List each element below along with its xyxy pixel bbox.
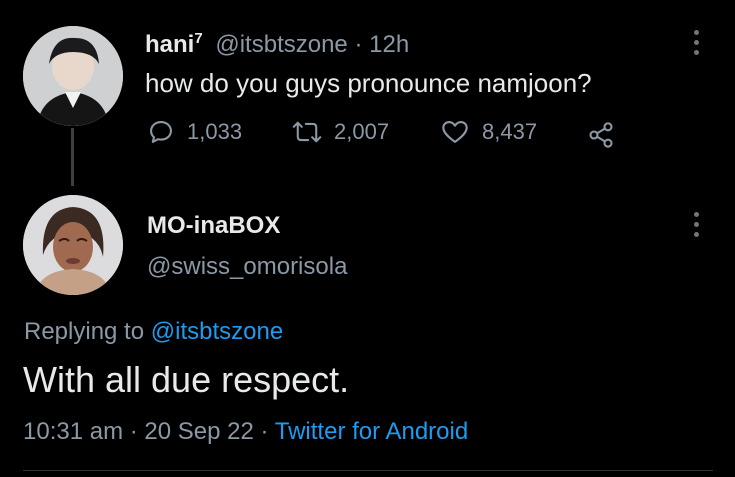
tweet-handle[interactable]: @itsbtszone xyxy=(215,31,347,58)
divider xyxy=(23,470,713,471)
like-count: 8,437 xyxy=(482,119,538,144)
separator: · xyxy=(260,418,269,445)
share-nodes-icon xyxy=(589,122,613,148)
reply-source[interactable]: Twitter for Android xyxy=(275,418,468,445)
tweet-header: hani7 @itsbtszone · 12h xyxy=(145,30,409,59)
retweet-action[interactable]: 2,007 xyxy=(292,118,389,146)
tweet-text: how do you guys pronounce namjoon? xyxy=(145,68,592,98)
more-horizontal-icon[interactable] xyxy=(694,212,700,242)
share-action[interactable] xyxy=(586,121,616,154)
tweet-display-name[interactable]: hani7 xyxy=(145,30,203,58)
separator: · xyxy=(129,418,138,445)
avatar-swiss-omorisola[interactable] xyxy=(23,195,123,295)
reply-bubble-icon xyxy=(150,121,172,143)
avatar-image xyxy=(23,26,123,126)
reply-display-name[interactable]: MO-inaBOX xyxy=(147,212,280,240)
reply-action[interactable]: 1,033 xyxy=(147,118,242,146)
avatar-itsbtszone[interactable] xyxy=(23,26,123,126)
reply-handle[interactable]: @swiss_omorisola xyxy=(147,253,347,281)
retweet-count: 2,007 xyxy=(334,119,390,144)
name-superscript: 7 xyxy=(194,30,203,47)
reply-time[interactable]: 10:31 am xyxy=(23,418,123,445)
more-horizontal-icon[interactable] xyxy=(694,30,700,60)
thread-line xyxy=(71,128,74,186)
replying-to-prefix: Replying to xyxy=(24,318,145,345)
like-action[interactable]: 8,437 xyxy=(440,118,537,146)
reply-count: 1,033 xyxy=(187,119,243,144)
replying-to-handle[interactable]: @itsbtszone xyxy=(151,318,283,345)
reply-date[interactable]: 20 Sep 22 xyxy=(144,418,253,445)
avatar-image xyxy=(23,195,123,295)
reply-text: With all due respect. xyxy=(23,359,350,400)
heart-icon xyxy=(442,121,468,143)
reply-meta: 10:31 am · 20 Sep 22 · Twitter for Andro… xyxy=(23,418,468,446)
separator: · xyxy=(354,31,363,58)
retweet-arrows-icon xyxy=(292,121,322,143)
tweet-time[interactable]: 12h xyxy=(369,31,409,58)
replying-to: Replying to @itsbtszone xyxy=(24,318,283,346)
